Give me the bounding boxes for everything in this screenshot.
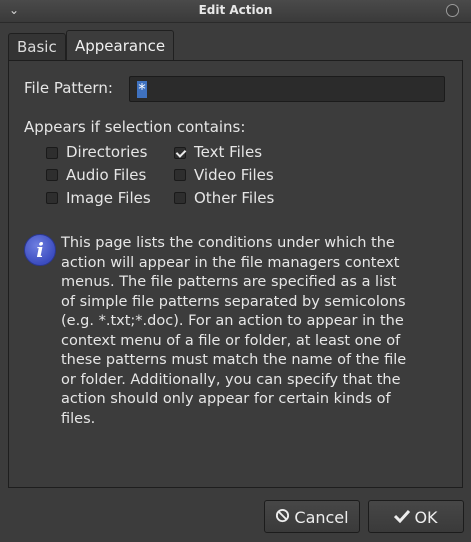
file-pattern-field[interactable]: * [129,76,445,102]
checkbox-image-files-label[interactable]: Image Files [66,189,151,207]
cancel-icon [275,502,290,533]
info-line: these patterns must match the name of th… [61,352,407,368]
info-line: This page lists the conditions under whi… [61,235,395,251]
checkbox-audio-files-label[interactable]: Audio Files [66,166,146,184]
info-line: action should only appear for certain ki… [61,391,391,407]
tab-appearance-conditions[interactable]: Appearance Conditions [66,30,175,85]
checkmark-icon [394,502,411,533]
tab-basic[interactable]: Basic [8,33,66,60]
checkbox-other-files-label[interactable]: Other Files [194,189,274,207]
info-line: context menu of a file or folder, at lea… [61,332,401,349]
info-line: files. [61,410,96,427]
info-line: menus. The file patterns are specified a… [61,274,397,290]
file-pattern-value[interactable]: * [137,81,147,98]
checkbox-video-files-label[interactable]: Video Files [194,166,274,184]
info-line: (e.g. *.txt;*.doc). For an action to app… [61,313,404,329]
ok-button-label: OK [414,508,438,527]
title-bar: ⌄ Edit Action [0,0,471,23]
checkbox-audio-files-box[interactable] [46,169,58,181]
checkbox-other-files-box[interactable] [174,192,186,204]
ok-button[interactable]: OK [368,500,464,533]
checkbox-text-files-box[interactable] [174,147,186,159]
info-line: action will appear in the file managers … [61,254,400,271]
cancel-button[interactable]: Cancel [264,500,360,533]
info-line: of simple file patterns separated by sem… [61,293,406,310]
checkbox-image-files-box[interactable] [46,192,58,204]
file-pattern-label: File Pattern: [24,79,113,97]
info-icon: i [24,234,56,266]
checkbox-directories-box[interactable] [46,147,58,159]
selection-heading: Appears if selection contains: [24,118,246,136]
checkbox-text-files-label[interactable]: Text Files [194,143,262,161]
info-line: or folder. Additionally, you can specify… [61,371,401,388]
close-button[interactable] [446,4,459,17]
checkbox-directories-label[interactable]: Directories [66,143,147,161]
checkbox-video-files-box[interactable] [174,169,186,181]
info-text: This page lists the conditions under whi… [61,234,446,429]
cancel-button-label: Cancel [294,508,349,527]
window-title: Edit Action [198,3,273,17]
